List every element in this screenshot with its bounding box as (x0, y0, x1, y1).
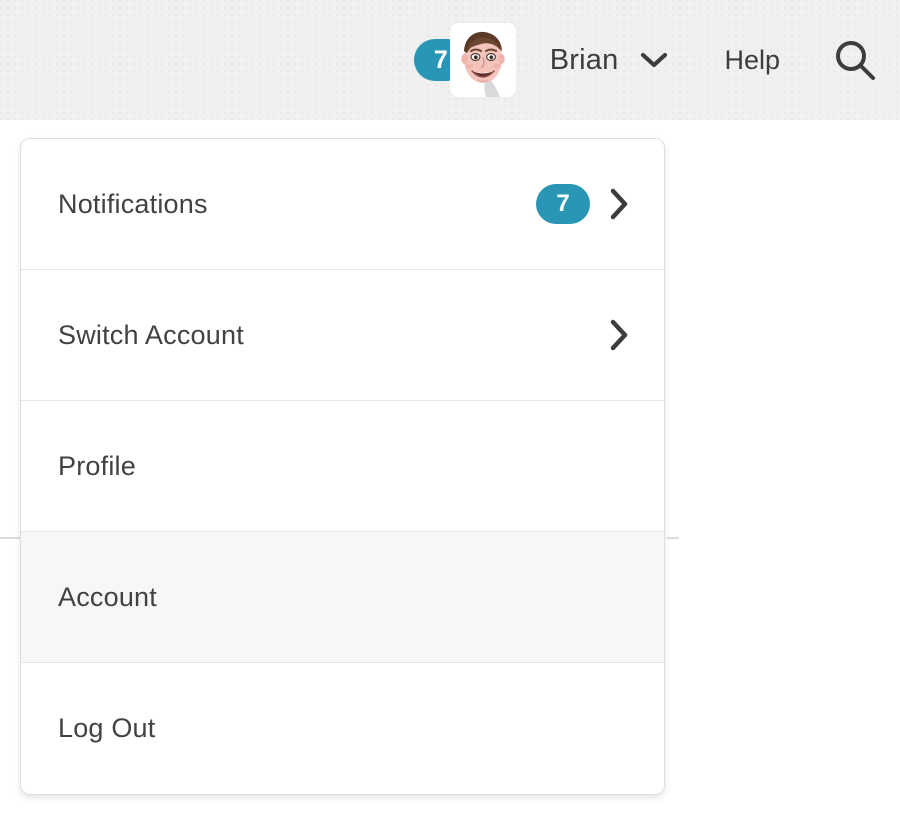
chevron-right-icon (608, 187, 630, 221)
header-right-cluster: 7 (414, 0, 900, 120)
help-link[interactable]: Help (724, 45, 780, 76)
user-account-dropdown-menu: Notifications 7 Switch Account Profile A… (20, 138, 665, 795)
menu-item-label: Account (58, 582, 630, 613)
menu-item-trailing: 7 (536, 184, 630, 224)
search-icon (832, 37, 878, 83)
menu-item-switch-account[interactable]: Switch Account (21, 270, 664, 401)
menu-item-account[interactable]: Account (21, 532, 664, 663)
avatar[interactable] (450, 23, 516, 97)
menu-item-label: Profile (58, 451, 630, 482)
menu-item-notifications[interactable]: Notifications 7 (21, 139, 664, 270)
user-name-label[interactable]: Brian (550, 44, 619, 77)
chevron-down-icon[interactable] (640, 51, 668, 69)
menu-item-label: Switch Account (58, 320, 608, 351)
menu-item-profile[interactable]: Profile (21, 401, 664, 532)
menu-item-label: Notifications (58, 189, 536, 220)
page-divider-right (667, 537, 679, 539)
top-header-bar: 7 (0, 0, 900, 120)
page-divider-left (0, 537, 22, 539)
menu-item-trailing (608, 318, 630, 352)
menu-item-log-out[interactable]: Log Out (21, 663, 664, 794)
avatar-with-badge[interactable]: 7 (414, 0, 516, 120)
notifications-count-badge: 7 (536, 184, 590, 224)
menu-item-label: Log Out (58, 713, 630, 744)
avatar-face-icon (450, 23, 516, 97)
chevron-right-icon (608, 318, 630, 352)
search-button[interactable] (832, 37, 878, 83)
